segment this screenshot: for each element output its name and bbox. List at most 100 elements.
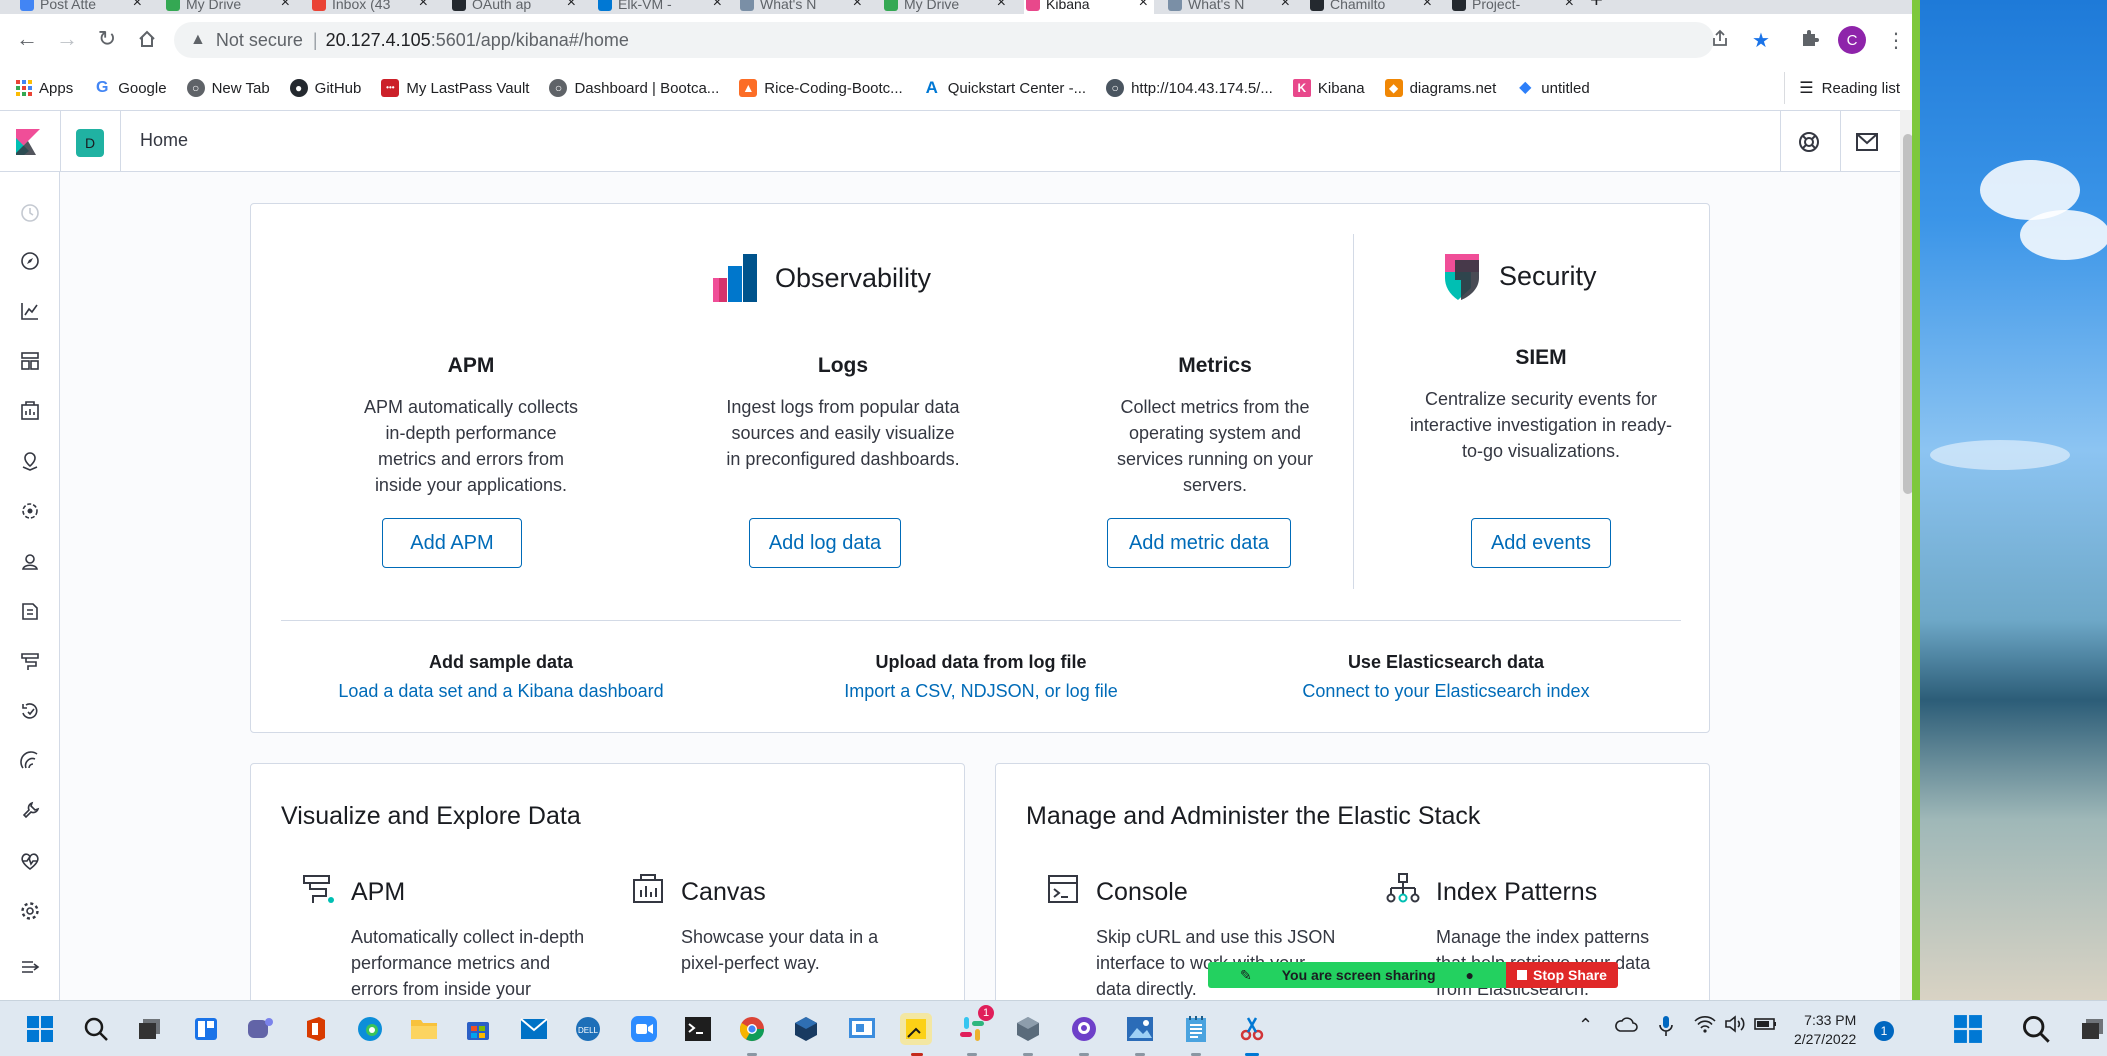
mail-app-icon[interactable] xyxy=(518,1013,550,1045)
second-monitor-task-view-icon[interactable] xyxy=(2080,1013,2107,1045)
zoom-icon[interactable] xyxy=(628,1013,660,1045)
kibana-logo-icon[interactable] xyxy=(14,127,42,155)
reload-icon[interactable]: ↻ xyxy=(92,24,122,54)
second-monitor-search-icon[interactable] xyxy=(2020,1013,2052,1045)
chrome-icon[interactable] xyxy=(736,1013,768,1045)
virtualbox-icon[interactable] xyxy=(790,1013,822,1045)
browser-tab[interactable]: Chamilto × xyxy=(1308,0,1438,14)
share-icon[interactable] xyxy=(1710,28,1730,54)
tab-close-icon[interactable]: × xyxy=(1281,0,1290,12)
notification-count-badge[interactable]: 1 xyxy=(1874,1021,1894,1041)
new-tab-button[interactable]: + xyxy=(1590,0,1630,10)
siem-icon[interactable] xyxy=(15,746,45,776)
visualize-chart-icon[interactable] xyxy=(15,296,45,326)
apm-icon[interactable] xyxy=(15,646,45,676)
bookmark-untitled[interactable]: ◆ untitled xyxy=(1516,79,1590,97)
recently-viewed-clock-icon[interactable] xyxy=(15,198,45,228)
drag-handle-icon[interactable]: ✎ xyxy=(1240,967,1252,984)
tab-close-icon[interactable]: × xyxy=(1423,0,1432,12)
windows-start-icon[interactable] xyxy=(24,1013,56,1045)
browser-tab[interactable]: What's N × xyxy=(738,0,868,14)
add-metric-data-button[interactable]: Add metric data xyxy=(1107,518,1291,568)
bookmark-new-tab[interactable]: ○ New Tab xyxy=(186,79,270,97)
tab-close-icon[interactable]: × xyxy=(133,0,142,12)
onedrive-cloud-icon[interactable] xyxy=(1614,1015,1638,1038)
infrastructure-icon[interactable] xyxy=(15,546,45,576)
address-bar[interactable]: ▲ Not secure | 20.127.4.105:5601/app/kib… xyxy=(174,22,1714,58)
microphone-icon[interactable] xyxy=(1658,1015,1674,1042)
forward-arrow-icon[interactable]: → xyxy=(52,24,82,54)
space-avatar[interactable]: D xyxy=(76,129,104,157)
extensions-puzzle-icon[interactable] xyxy=(1800,28,1820,54)
help-lifebuoy-icon[interactable] xyxy=(1796,129,1822,155)
bookmark-ip-link[interactable]: ○ http://104.43.174.5/... xyxy=(1106,79,1273,97)
tab-close-icon[interactable]: × xyxy=(1565,0,1574,12)
stop-share-button[interactable]: Stop Share xyxy=(1506,962,1618,988)
tab-close-icon[interactable]: × xyxy=(567,0,576,12)
sticky-notes-icon[interactable] xyxy=(900,1013,932,1045)
bookmark-dashboard-bootcamp[interactable]: ○ Dashboard | Bootca... xyxy=(549,79,719,97)
bookmark-rice-coding[interactable]: ▲ Rice-Coding-Bootc... xyxy=(739,79,903,97)
file-explorer-icon[interactable] xyxy=(408,1013,440,1045)
second-monitor-start-icon[interactable] xyxy=(1952,1013,1984,1045)
logs-icon[interactable] xyxy=(15,596,45,626)
management-gear-icon[interactable] xyxy=(15,896,45,926)
add-log-data-button[interactable]: Add log data xyxy=(749,518,901,568)
home-icon[interactable] xyxy=(132,24,162,54)
discover-compass-icon[interactable] xyxy=(15,246,45,276)
reading-list[interactable]: ☰ Reading list xyxy=(1784,72,1900,104)
show-hidden-icons-chevron-icon[interactable]: ⌃ xyxy=(1578,1015,1593,1036)
search-icon[interactable] xyxy=(80,1013,112,1045)
slack-icon[interactable]: 1 xyxy=(956,1005,994,1045)
vmware-icon[interactable] xyxy=(1012,1013,1044,1045)
tab-close-icon[interactable]: × xyxy=(281,0,290,12)
microsoft-store-icon[interactable] xyxy=(462,1013,494,1045)
collapse-menu-icon[interactable] xyxy=(15,952,45,982)
bookmark-kibana[interactable]: K Kibana xyxy=(1292,79,1365,97)
add-events-button[interactable]: Add events xyxy=(1471,518,1611,568)
security-label[interactable]: Not secure xyxy=(216,30,303,51)
github-desktop-icon[interactable] xyxy=(1068,1013,1100,1045)
bookmark-diagrams[interactable]: ◆ diagrams.net xyxy=(1384,79,1496,97)
connect-index-link[interactable]: Connect to your Elasticsearch index xyxy=(1256,681,1636,702)
widgets-icon[interactable] xyxy=(190,1013,222,1045)
back-arrow-icon[interactable]: ← xyxy=(12,24,42,54)
wifi-icon[interactable] xyxy=(1694,1015,1716,1038)
add-apm-button[interactable]: Add APM xyxy=(382,518,522,568)
bookmark-quickstart[interactable]: A Quickstart Center -... xyxy=(923,79,1087,97)
snipping-tool-icon[interactable] xyxy=(1236,1013,1268,1045)
machine-learning-icon[interactable] xyxy=(15,496,45,526)
bookmark-lastpass[interactable]: ••• My LastPass Vault xyxy=(381,79,529,97)
profile-avatar[interactable]: C xyxy=(1838,26,1866,54)
dell-icon[interactable]: DELL xyxy=(572,1013,604,1045)
photos-icon[interactable] xyxy=(1124,1013,1156,1045)
browser-tab[interactable]: OAuth ap × xyxy=(450,0,582,14)
browser-tab[interactable]: Inbox (43 × xyxy=(310,0,434,14)
load-sample-data-link[interactable]: Load a data set and a Kibana dashboard xyxy=(311,681,691,702)
task-view-icon[interactable] xyxy=(134,1013,166,1045)
mail-icon[interactable] xyxy=(1854,129,1880,155)
bookmark-apps[interactable]: Apps xyxy=(16,80,73,97)
import-file-link[interactable]: Import a CSV, NDJSON, or log file xyxy=(791,681,1171,702)
volume-icon[interactable] xyxy=(1724,1015,1746,1038)
battery-icon[interactable] xyxy=(1754,1015,1778,1038)
bookmark-google[interactable]: G Google xyxy=(93,79,167,97)
monitoring-heart-icon[interactable] xyxy=(15,846,45,876)
browser-tab[interactable]: My Drive × xyxy=(882,0,1012,14)
browser-tab[interactable]: What's N × xyxy=(1166,0,1296,14)
canvas-icon[interactable] xyxy=(15,396,45,426)
browser-tab[interactable]: My Drive × xyxy=(164,0,296,14)
edge-browser-icon[interactable] xyxy=(354,1013,386,1045)
dashboard-icon[interactable] xyxy=(15,346,45,376)
maps-icon[interactable] xyxy=(15,446,45,476)
browser-tab[interactable]: Elk-VM - × xyxy=(596,0,728,14)
tab-close-icon[interactable]: × xyxy=(853,0,862,12)
browser-menu-icon[interactable]: ⋮ xyxy=(1886,28,1906,53)
bookmark-github[interactable]: ● GitHub xyxy=(289,79,361,97)
dev-tools-wrench-icon[interactable] xyxy=(15,796,45,826)
tab-close-icon[interactable]: × xyxy=(1139,0,1148,12)
browser-tab[interactable]: Project- × xyxy=(1450,0,1580,14)
scrollbar-thumb[interactable] xyxy=(1903,134,1912,494)
uptime-icon[interactable] xyxy=(15,696,45,726)
browser-tab-active[interactable]: Kibana × xyxy=(1024,0,1154,14)
